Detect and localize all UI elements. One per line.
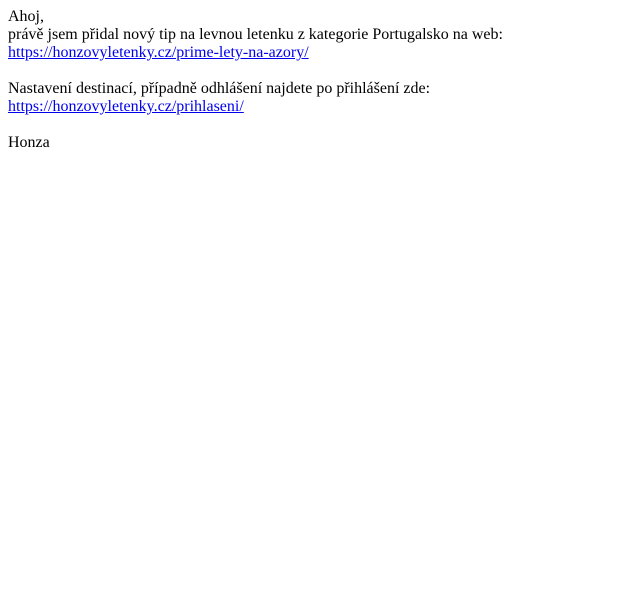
greeting: Ahoj,	[8, 8, 44, 25]
signature: Honza	[8, 134, 50, 151]
settings-text: Nastavení destinací, případně odhlášení …	[8, 80, 431, 97]
email-body: Ahoj, právě jsem přidal nový tip na levn…	[0, 0, 640, 160]
intro-text: právě jsem přidal nový tip na levnou let…	[8, 26, 503, 43]
login-link[interactable]: https://honzovyletenky.cz/prihlaseni/	[8, 98, 632, 116]
tip-link[interactable]: https://honzovyletenky.cz/prime-lety-na-…	[8, 44, 632, 62]
